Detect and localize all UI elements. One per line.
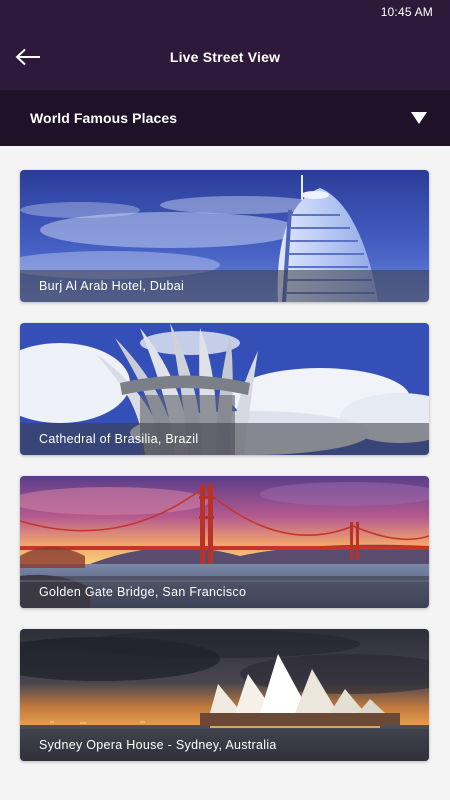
page-title: Live Street View <box>169 49 281 65</box>
place-name: Burj Al Arab Hotel, Dubai <box>20 270 429 302</box>
place-card-sydney-opera-house[interactable]: Sydney Opera House - Sydney, Australia <box>20 629 429 761</box>
back-button[interactable] <box>10 39 46 75</box>
place-name: Golden Gate Bridge, San Francisco <box>20 576 429 608</box>
place-card-burj-al-arab[interactable]: Burj Al Arab Hotel, Dubai <box>20 170 429 302</box>
place-name: Sydney Opera House - Sydney, Australia <box>20 729 429 761</box>
app-bar: Live Street View <box>0 24 450 90</box>
category-label: World Famous Places <box>30 110 178 126</box>
status-bar: 10:45 AM <box>0 0 450 24</box>
status-time: 10:45 AM <box>380 5 433 19</box>
places-list: Burj Al Arab Hotel, Dubai Cathedral of B… <box>20 170 429 782</box>
dropdown-triangle-icon <box>411 112 427 124</box>
arrow-left-icon <box>15 48 40 66</box>
place-card-golden-gate-bridge[interactable]: Golden Gate Bridge, San Francisco <box>20 476 429 608</box>
place-card-cathedral-of-brasilia[interactable]: Cathedral of Brasilia, Brazil <box>20 323 429 455</box>
place-name: Cathedral of Brasilia, Brazil <box>20 423 429 455</box>
category-dropdown[interactable]: World Famous Places <box>0 90 450 146</box>
